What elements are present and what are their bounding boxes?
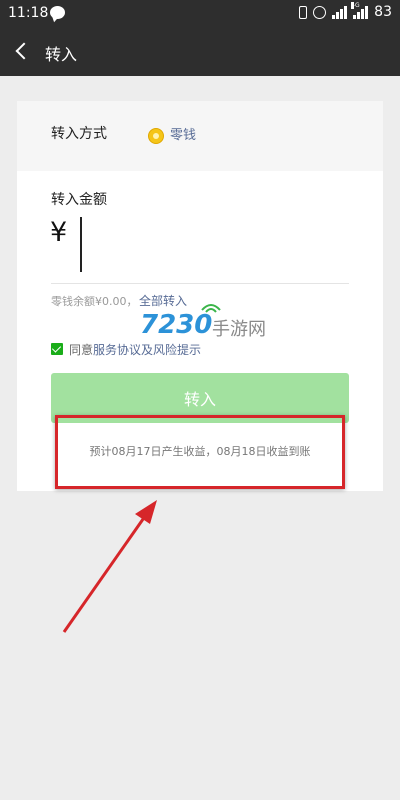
signal-4g-icon: 4G xyxy=(351,1,369,19)
amount-divider xyxy=(51,283,349,284)
vibrate-icon xyxy=(299,5,308,19)
transfer-method-row[interactable]: 转入方式 零钱 xyxy=(17,101,383,171)
agree-prefix: 同意 xyxy=(69,343,94,357)
transfer-method-value[interactable]: 零钱 xyxy=(170,124,196,143)
status-bar: 11:18 4G 83 xyxy=(0,0,400,28)
network-type: 4G xyxy=(351,1,360,9)
amount-label: 转入金额 xyxy=(51,192,107,208)
alarm-icon xyxy=(313,5,327,19)
amount-input[interactable] xyxy=(79,215,349,259)
signal-icon xyxy=(332,5,348,19)
battery-level: 83 xyxy=(374,4,392,20)
page-title: 转入 xyxy=(45,45,78,64)
coin-icon xyxy=(148,128,164,144)
watermark-text: 手游网 xyxy=(212,319,266,340)
currency-symbol: ¥ xyxy=(50,217,68,248)
watermark-number: 7230 xyxy=(140,310,213,340)
agree-text: 同意服务协议及风险提示 xyxy=(69,341,201,358)
input-caret xyxy=(80,217,82,272)
status-icons: 4G 83 xyxy=(299,1,392,20)
back-arrow-icon[interactable] xyxy=(15,42,33,60)
service-agreement-link[interactable]: 服务协议及风险提示 xyxy=(93,343,201,357)
transfer-all-link[interactable]: 全部转入 xyxy=(139,292,187,309)
balance-text: 零钱余额¥0.00， xyxy=(51,295,138,308)
transfer-method-label: 转入方式 xyxy=(51,126,107,142)
chat-notification-icon xyxy=(50,6,65,19)
annotation-highlight-box xyxy=(55,415,345,489)
nav-bar: 转入 xyxy=(0,28,400,76)
status-time: 11:18 xyxy=(8,5,49,21)
agree-checkbox[interactable] xyxy=(51,343,63,355)
